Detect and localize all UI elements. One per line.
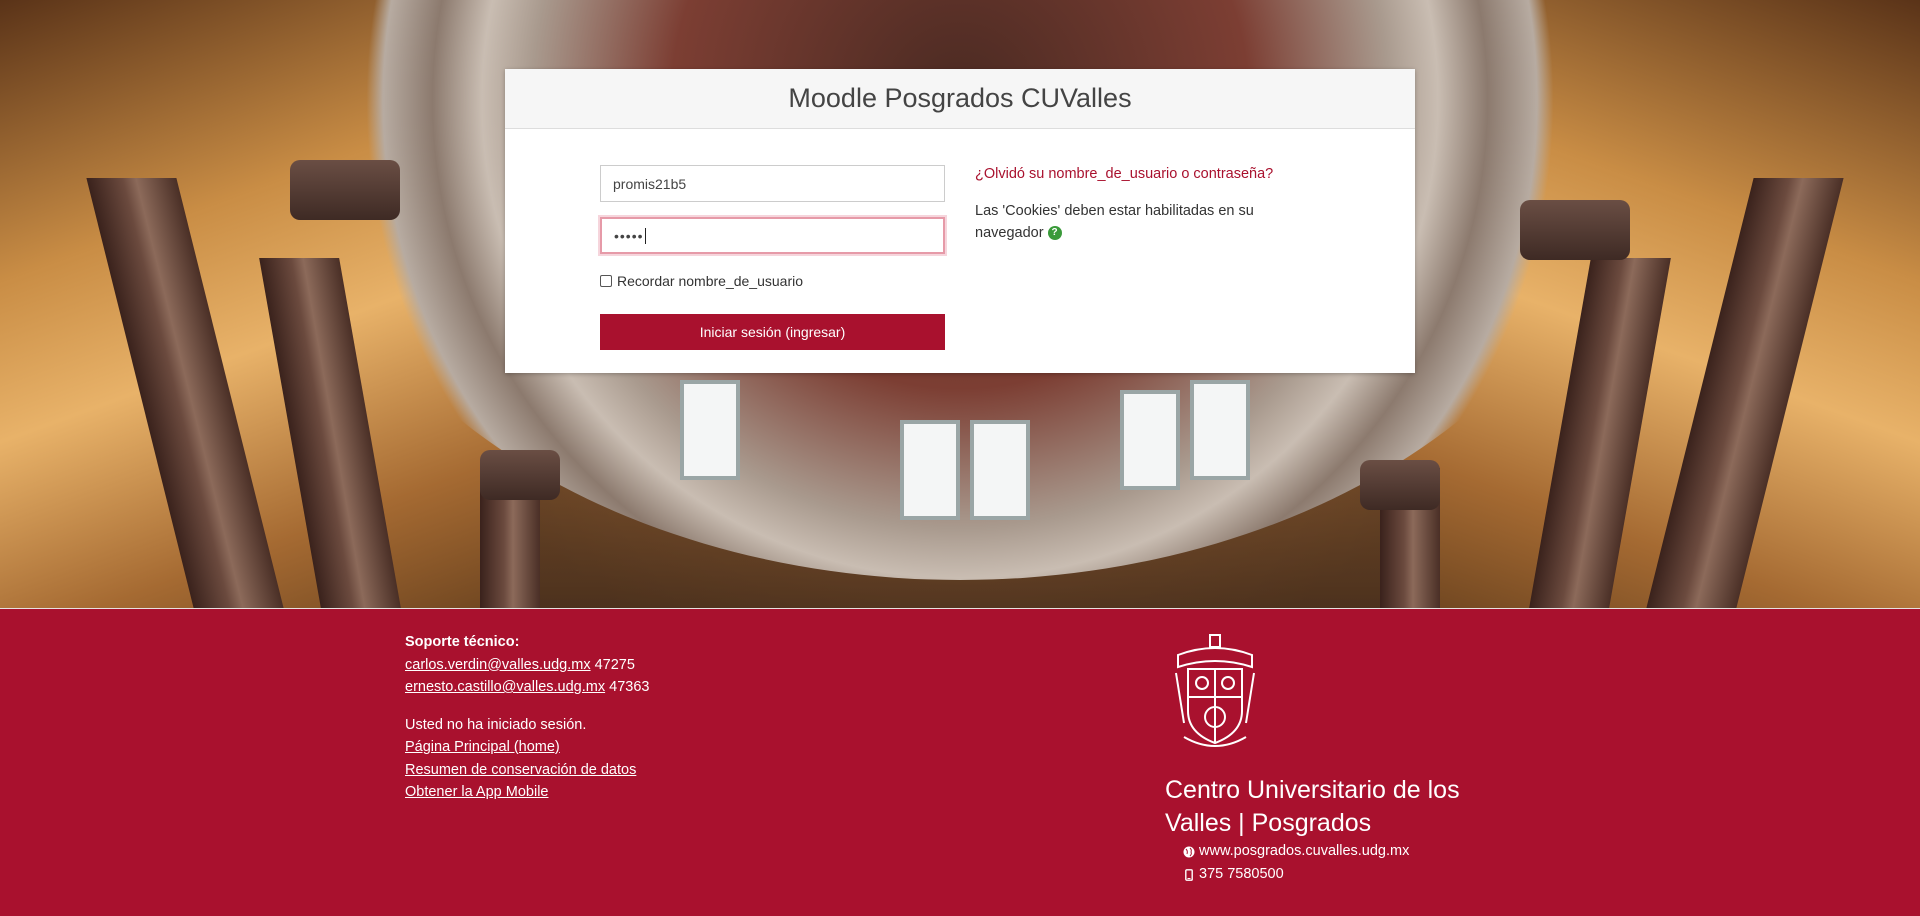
password-input[interactable]: ••••• (600, 217, 945, 254)
column-capital (290, 160, 400, 220)
site-title: Moodle Posgrados CUValles (788, 83, 1132, 113)
remember-username[interactable]: Recordar nombre_de_usuario (600, 273, 945, 289)
password-value: ••••• (614, 227, 644, 244)
login-status: Usted no ha iniciado sesión. (405, 716, 587, 733)
support-extension: 47275 (594, 656, 635, 673)
phone-number: 375 7580500 (1199, 866, 1284, 882)
website-line: www.posgrados.cuvalles.udg.mx (1183, 840, 1485, 863)
university-crest-logo (1175, 634, 1255, 747)
dome-window (1190, 380, 1250, 480)
support-contact: ernesto.castillo@valles.udg.mx 47363 (405, 676, 649, 699)
support-email-link[interactable]: carlos.verdin@valles.udg.mx (405, 657, 591, 673)
remember-username-label: Recordar nombre_de_usuario (617, 273, 803, 289)
dome-window (970, 420, 1030, 520)
website-link[interactable]: www.posgrados.cuvalles.udg.mx (1199, 840, 1409, 863)
column-capital (480, 450, 560, 500)
login-button[interactable]: Iniciar sesión (ingresar) (600, 314, 945, 350)
login-card-header: Moodle Posgrados CUValles (505, 69, 1415, 129)
mobile-app-link[interactable]: Obtener la App Mobile (405, 784, 548, 800)
dome-window (900, 420, 960, 520)
username-value: promis21b5 (613, 175, 687, 192)
column-capital (1520, 200, 1630, 260)
dome-window (680, 380, 740, 480)
cookies-notice-text: Las 'Cookies' deben estar habilitadas en… (975, 203, 1254, 241)
login-card: Moodle Posgrados CUValles promis21b5 •••… (505, 69, 1415, 373)
globe-icon (1183, 846, 1195, 858)
footer-support: Soporte técnico: carlos.verdin@valles.ud… (405, 631, 649, 804)
footer: Soporte técnico: carlos.verdin@valles.ud… (0, 608, 1920, 916)
text-caret (644, 227, 646, 244)
username-input[interactable]: promis21b5 (600, 165, 945, 202)
data-retention-link[interactable]: Resumen de conservación de datos (405, 762, 636, 778)
support-heading: Soporte técnico: (405, 634, 520, 650)
footer-institution: Centro Universitario de los Valles | Pos… (1165, 633, 1485, 886)
remember-username-checkbox[interactable] (600, 275, 612, 287)
column-capital (1360, 460, 1440, 510)
forgot-password-link[interactable]: ¿Olvidó su nombre_de_usuario o contraseñ… (975, 166, 1295, 182)
login-form: promis21b5 ••••• Recordar nombre_de_usua… (600, 165, 945, 350)
cookies-notice: Las 'Cookies' deben estar habilitadas en… (975, 200, 1295, 244)
question-circle-icon[interactable]: ? (1047, 226, 1062, 241)
phone-line: 375 7580500 (1183, 863, 1485, 886)
dome-window (1120, 390, 1180, 490)
center-name: Centro Universitario de los Valles | Pos… (1165, 776, 1460, 837)
login-info: ¿Olvidó su nombre_de_usuario o contraseñ… (975, 166, 1295, 244)
home-link[interactable]: Página Principal (home) (405, 739, 560, 755)
support-extension: 47363 (609, 679, 650, 695)
support-contact: carlos.verdin@valles.udg.mx 47275 (405, 654, 649, 677)
mobile-phone-icon (1183, 868, 1195, 881)
support-email-link[interactable]: ernesto.castillo@valles.udg.mx (405, 679, 605, 695)
